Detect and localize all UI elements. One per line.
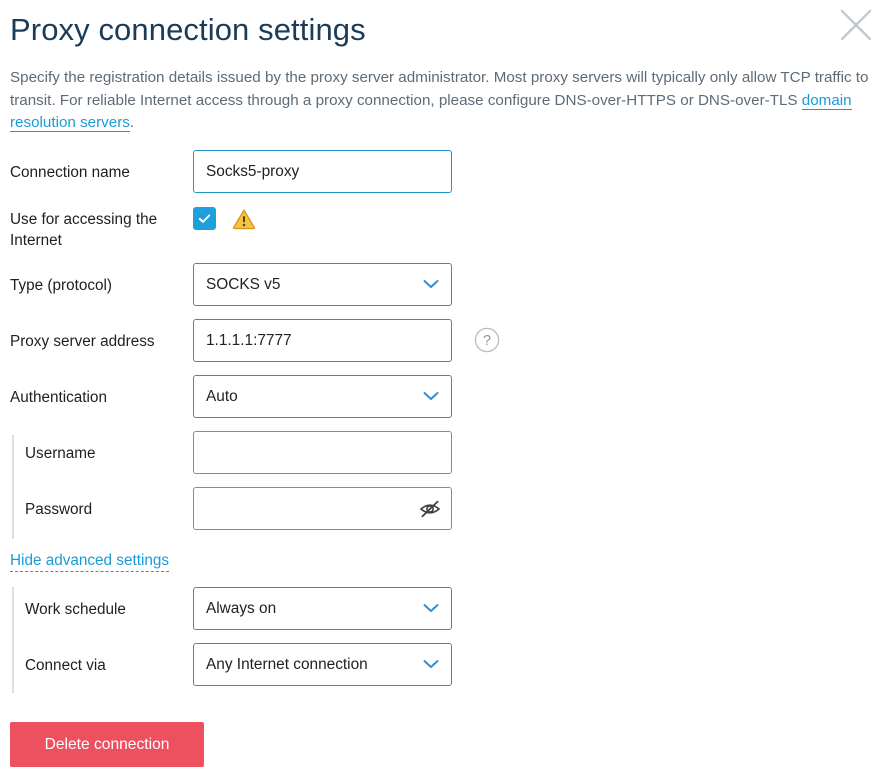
page-title: Proxy connection settings [10, 11, 366, 49]
password-label: Password [0, 487, 193, 520]
use-for-internet-control [193, 207, 256, 230]
row-connection-name: Connection name [0, 150, 885, 207]
row-password: Password [0, 487, 885, 543]
use-for-internet-checkbox[interactable] [193, 207, 216, 230]
question-mark-icon[interactable]: ? [474, 327, 500, 353]
password-wrapper [193, 487, 452, 530]
row-authentication: Authentication Auto [0, 375, 885, 431]
connect-via-select[interactable]: Any Internet connection [193, 643, 452, 686]
proxy-server-address-control: ? [193, 319, 452, 362]
work-schedule-select[interactable]: Always on [193, 587, 452, 630]
row-username: Username [0, 431, 885, 487]
advanced-toggle-row: Hide advanced settings [0, 543, 885, 587]
authentication-control: Auto [193, 375, 452, 418]
work-schedule-control: Always on [193, 587, 452, 630]
description-period: . [130, 114, 134, 131]
password-control [193, 487, 452, 530]
connect-via-label: Connect via [0, 643, 193, 676]
work-schedule-label: Work schedule [0, 587, 193, 620]
eye-off-icon[interactable] [418, 497, 442, 521]
connect-via-value: Any Internet connection [193, 643, 452, 686]
authentication-label: Authentication [0, 375, 193, 408]
warning-triangle-icon [232, 208, 256, 230]
type-protocol-select[interactable]: SOCKS v5 [193, 263, 452, 306]
description-text: Specify the registration details issued … [10, 69, 868, 109]
hide-advanced-settings-link[interactable]: Hide advanced settings [10, 551, 169, 572]
authentication-select[interactable]: Auto [193, 375, 452, 418]
svg-text:?: ? [483, 333, 491, 349]
type-protocol-value: SOCKS v5 [193, 263, 452, 306]
proxy-server-address-label: Proxy server address [0, 319, 193, 352]
connection-name-label: Connection name [0, 150, 193, 183]
proxy-server-address-input[interactable] [193, 319, 452, 362]
type-protocol-label: Type (protocol) [0, 263, 193, 296]
row-type-protocol: Type (protocol) SOCKS v5 [0, 263, 885, 319]
credentials-group: Username Password [0, 431, 885, 543]
row-proxy-server-address: Proxy server address ? [0, 319, 885, 375]
password-input[interactable] [193, 487, 452, 530]
proxy-settings-dialog: Proxy connection settings Specify the re… [0, 0, 885, 776]
username-input[interactable] [193, 431, 452, 474]
proxy-settings-form: Connection name Use for accessing the In… [0, 150, 885, 699]
username-label: Username [0, 431, 193, 464]
use-for-internet-label: Use for accessing the Internet [0, 207, 193, 251]
connect-via-control: Any Internet connection [193, 643, 452, 686]
row-connect-via: Connect via Any Internet connection [0, 643, 885, 699]
connection-name-input[interactable] [193, 150, 452, 193]
connection-name-control [193, 150, 452, 193]
username-control [193, 431, 452, 474]
row-use-for-internet: Use for accessing the Internet [0, 207, 885, 263]
authentication-value: Auto [193, 375, 452, 418]
advanced-group: Work schedule Always on Connect via [0, 587, 885, 699]
delete-connection-button[interactable]: Delete connection [10, 722, 204, 767]
close-icon[interactable] [835, 4, 877, 46]
row-work-schedule: Work schedule Always on [0, 587, 885, 643]
work-schedule-value: Always on [193, 587, 452, 630]
type-protocol-control: SOCKS v5 [193, 263, 452, 306]
dialog-description: Specify the registration details issued … [10, 67, 872, 135]
